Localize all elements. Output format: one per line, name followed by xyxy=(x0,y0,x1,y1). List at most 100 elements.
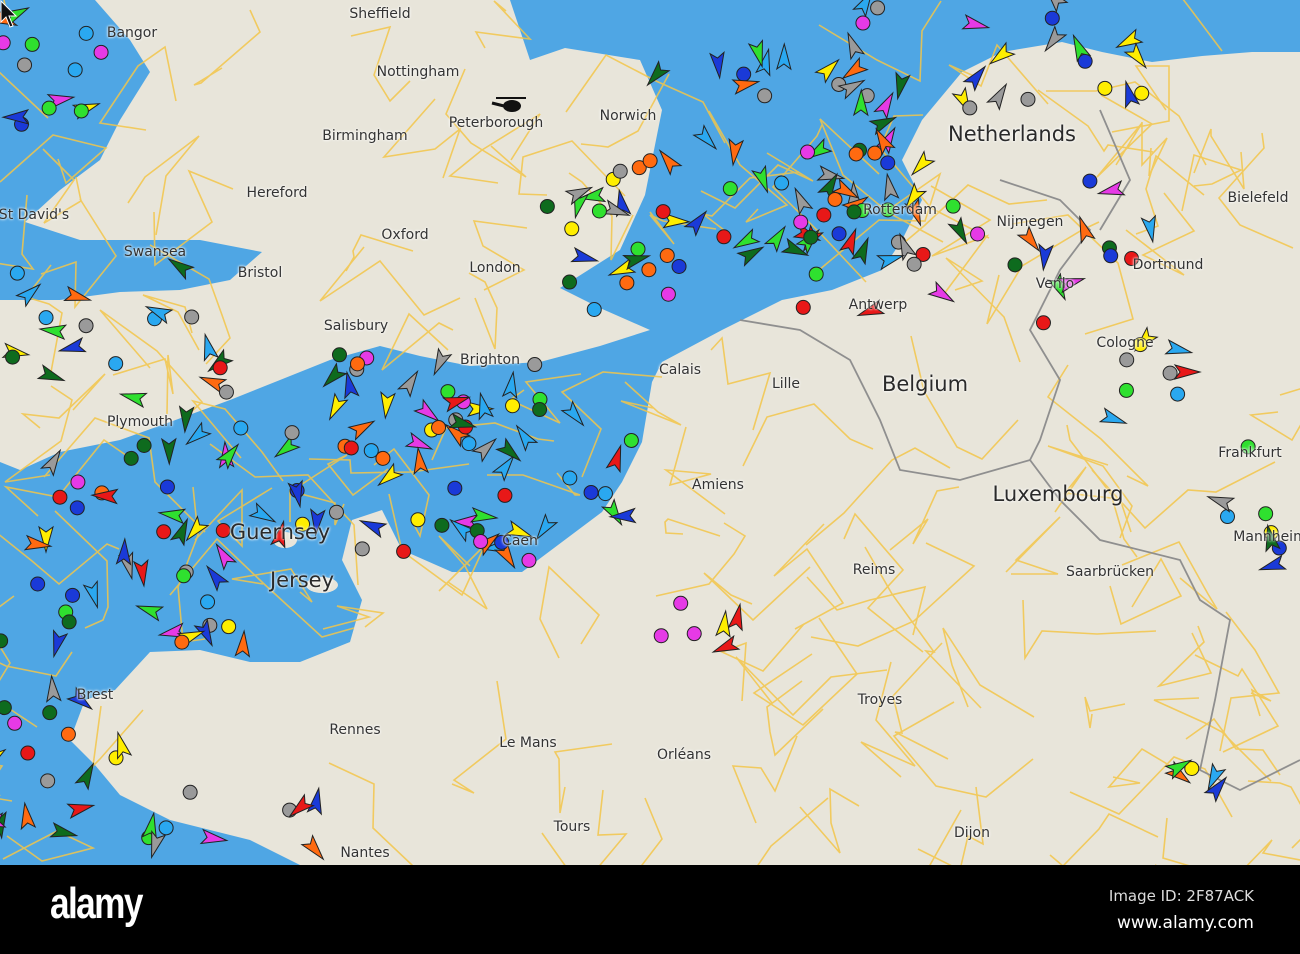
moving-ship-arrow[interactable] xyxy=(891,71,911,101)
stationary-ship-marker[interactable] xyxy=(586,301,602,317)
stationary-ship-marker[interactable] xyxy=(945,198,961,214)
stationary-ship-marker[interactable] xyxy=(1258,506,1274,522)
stationary-ship-marker[interactable] xyxy=(870,0,886,16)
moving-ship-arrow[interactable] xyxy=(396,368,423,398)
moving-ship-arrow[interactable] xyxy=(38,525,54,554)
moving-ship-arrow[interactable] xyxy=(18,801,37,831)
moving-ship-arrow[interactable] xyxy=(775,42,792,71)
stationary-ship-marker[interactable] xyxy=(619,275,635,291)
stationary-ship-marker[interactable] xyxy=(653,628,669,644)
moving-ship-arrow[interactable] xyxy=(45,674,62,703)
stationary-ship-marker[interactable] xyxy=(0,633,9,649)
stationary-ship-marker[interactable] xyxy=(7,715,23,731)
stationary-ship-marker[interactable] xyxy=(1020,91,1036,107)
moving-ship-arrow[interactable] xyxy=(135,599,165,622)
moving-ship-arrow[interactable] xyxy=(709,51,727,80)
stationary-ship-marker[interactable] xyxy=(831,226,847,242)
stationary-ship-marker[interactable] xyxy=(67,62,83,78)
stationary-ship-marker[interactable] xyxy=(906,256,922,272)
moving-ship-arrow[interactable] xyxy=(880,172,900,202)
stationary-ship-marker[interactable] xyxy=(136,438,152,454)
stationary-ship-marker[interactable] xyxy=(671,258,687,274)
stationary-ship-marker[interactable] xyxy=(108,356,124,372)
stationary-ship-marker[interactable] xyxy=(1097,80,1113,96)
stationary-ship-marker[interactable] xyxy=(795,299,811,315)
stationary-ship-marker[interactable] xyxy=(200,594,216,610)
stationary-ship-marker[interactable] xyxy=(69,500,85,516)
stationary-ship-marker[interactable] xyxy=(156,524,172,540)
moving-ship-arrow[interactable] xyxy=(319,362,348,392)
stationary-ship-marker[interactable] xyxy=(562,274,578,290)
stationary-ship-marker[interactable] xyxy=(591,203,607,219)
stationary-ship-marker[interactable] xyxy=(473,534,489,550)
stationary-ship-marker[interactable] xyxy=(816,207,832,223)
stationary-ship-marker[interactable] xyxy=(158,820,174,836)
moving-ship-arrow[interactable] xyxy=(1040,0,1069,13)
stationary-ship-marker[interactable] xyxy=(736,66,752,82)
stationary-ship-marker[interactable] xyxy=(497,487,513,503)
moving-ship-arrow[interactable] xyxy=(374,462,404,491)
stationary-ship-marker[interactable] xyxy=(655,204,671,220)
moving-ship-arrow[interactable] xyxy=(560,400,589,430)
stationary-ship-marker[interactable] xyxy=(65,587,81,603)
stationary-ship-marker[interactable] xyxy=(659,247,675,263)
stationary-ship-marker[interactable] xyxy=(9,265,25,281)
stationary-ship-marker[interactable] xyxy=(1103,248,1119,264)
moving-ship-arrow[interactable] xyxy=(763,223,791,253)
stationary-ship-marker[interactable] xyxy=(123,450,139,466)
stationary-ship-marker[interactable] xyxy=(1219,509,1235,525)
stationary-ship-marker[interactable] xyxy=(363,443,379,459)
stationary-ship-marker[interactable] xyxy=(331,347,347,363)
moving-ship-arrow[interactable] xyxy=(82,579,104,610)
stationary-ship-marker[interactable] xyxy=(221,619,237,635)
stationary-ship-marker[interactable] xyxy=(527,357,543,373)
stationary-ship-marker[interactable] xyxy=(1044,10,1060,26)
stationary-ship-marker[interactable] xyxy=(410,512,426,528)
stationary-ship-marker[interactable] xyxy=(17,57,33,73)
stationary-ship-marker[interactable] xyxy=(1170,386,1186,402)
stationary-ship-marker[interactable] xyxy=(803,229,819,245)
moving-ship-arrow[interactable] xyxy=(511,422,539,452)
stationary-ship-marker[interactable] xyxy=(962,100,978,116)
stationary-ship-marker[interactable] xyxy=(686,626,702,642)
stationary-ship-marker[interactable] xyxy=(38,310,54,326)
stationary-ship-marker[interactable] xyxy=(673,595,689,611)
stationary-ship-marker[interactable] xyxy=(970,226,986,242)
stationary-ship-marker[interactable] xyxy=(642,153,658,169)
moving-ship-arrow[interactable] xyxy=(654,146,683,176)
stationary-ship-marker[interactable] xyxy=(597,486,613,502)
stationary-ship-marker[interactable] xyxy=(660,286,676,302)
stationary-ship-marker[interactable] xyxy=(328,504,344,520)
stationary-ship-marker[interactable] xyxy=(827,191,843,207)
moving-ship-arrow[interactable] xyxy=(692,124,721,154)
moving-ship-arrow[interactable] xyxy=(471,434,501,463)
moving-ship-arrow[interactable] xyxy=(347,415,378,441)
stationary-ship-marker[interactable] xyxy=(5,349,21,365)
stationary-ship-marker[interactable] xyxy=(521,552,537,568)
stationary-ship-marker[interactable] xyxy=(70,474,86,490)
stationary-ship-marker[interactable] xyxy=(0,35,11,51)
stationary-ship-marker[interactable] xyxy=(612,163,628,179)
stationary-ship-marker[interactable] xyxy=(855,15,871,31)
stationary-ship-marker[interactable] xyxy=(716,229,732,245)
moving-ship-arrow[interactable] xyxy=(605,443,628,474)
stationary-ship-marker[interactable] xyxy=(757,88,773,104)
stationary-ship-marker[interactable] xyxy=(564,221,580,237)
stationary-ship-marker[interactable] xyxy=(793,214,809,230)
stationary-ship-marker[interactable] xyxy=(78,318,94,334)
stationary-ship-marker[interactable] xyxy=(867,145,883,161)
stationary-ship-marker[interactable] xyxy=(40,773,56,789)
stationary-ship-marker[interactable] xyxy=(539,198,555,214)
stationary-ship-marker[interactable] xyxy=(848,146,864,162)
stationary-ship-marker[interactable] xyxy=(505,398,521,414)
moving-ship-arrow[interactable] xyxy=(961,14,991,34)
moving-ship-arrow[interactable] xyxy=(789,186,814,216)
stationary-ship-marker[interactable] xyxy=(174,634,190,650)
stationary-ship-marker[interactable] xyxy=(808,266,824,282)
stationary-ship-marker[interactable] xyxy=(846,204,862,220)
stationary-ship-marker[interactable] xyxy=(1119,352,1135,368)
stationary-ship-marker[interactable] xyxy=(562,470,578,486)
stationary-ship-marker[interactable] xyxy=(440,384,456,400)
moving-ship-arrow[interactable] xyxy=(271,434,301,462)
stationary-ship-marker[interactable] xyxy=(184,309,200,325)
